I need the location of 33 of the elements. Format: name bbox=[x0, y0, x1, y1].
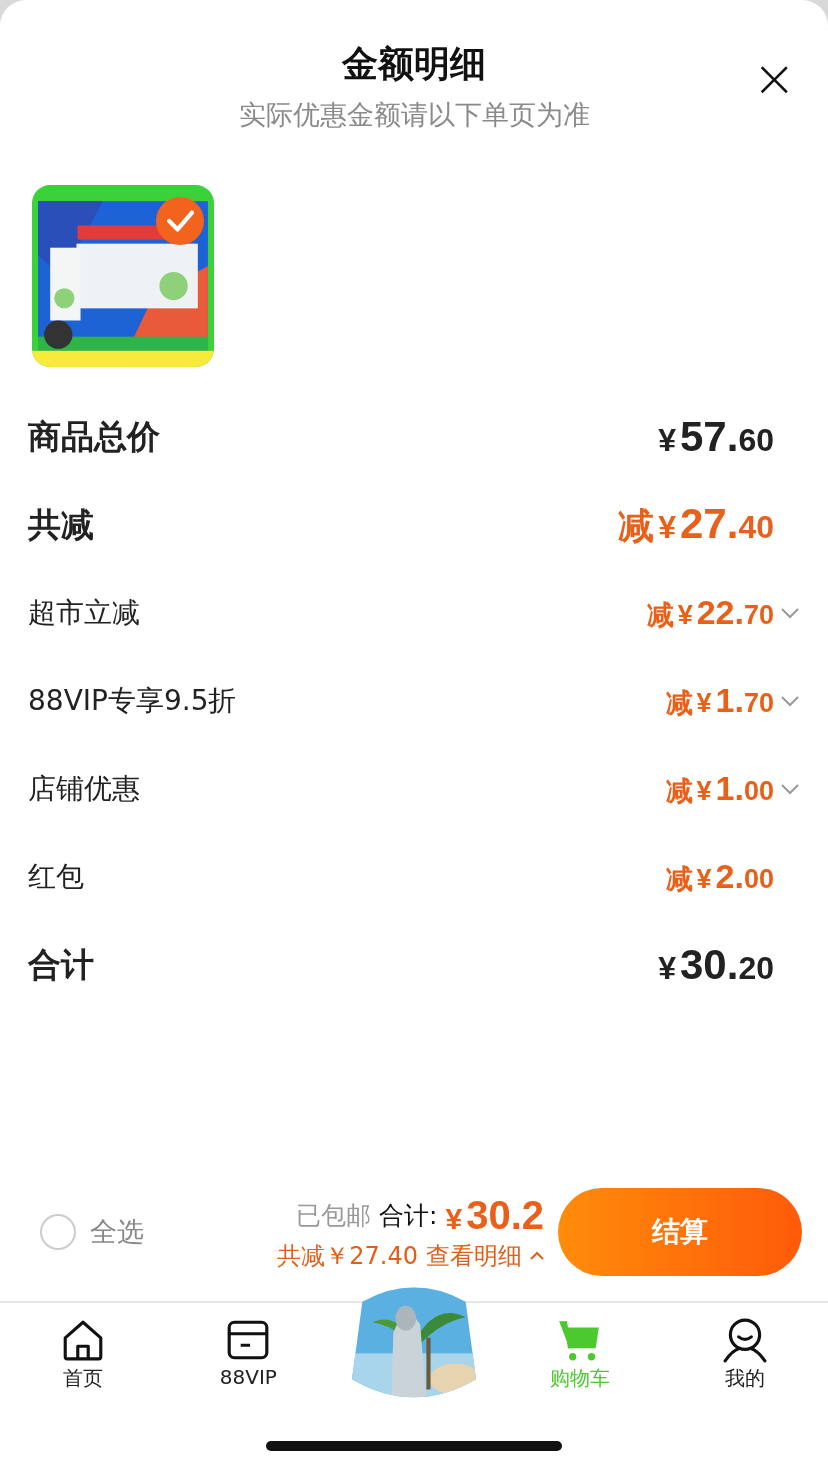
price-label: 红包 bbox=[28, 859, 84, 895]
tab-item[interactable]: 我的 bbox=[718, 1303, 773, 1392]
checkmark-icon[interactable] bbox=[156, 197, 204, 245]
tab-item[interactable]: 首页 bbox=[55, 1303, 110, 1392]
chevron-down-icon[interactable] bbox=[780, 783, 800, 795]
price-amount: 减¥22.70 bbox=[646, 593, 774, 633]
price-amount: 减¥27.40 bbox=[618, 499, 774, 549]
select-all-label[interactable]: 全选 bbox=[90, 1214, 144, 1250]
radio-button[interactable] bbox=[40, 1214, 76, 1250]
price-label: 合计 bbox=[28, 943, 94, 986]
total-amount: ¥30.2 bbox=[445, 1192, 544, 1238]
price-label: 商品总价 bbox=[28, 415, 160, 458]
price-amount: ¥57.60 bbox=[657, 413, 774, 461]
price-label: 店铺优惠 bbox=[28, 771, 140, 807]
chevron-up-icon[interactable] bbox=[530, 1251, 544, 1260]
price-label: 88VIP专享9.5折 bbox=[28, 683, 237, 719]
person-icon bbox=[722, 1317, 769, 1363]
sheet-subtitle: 实际优惠金额请以下单页为准 bbox=[238, 98, 590, 132]
price-amount: 减¥1.70 bbox=[665, 681, 774, 721]
total-label: 合计: bbox=[379, 1199, 438, 1232]
price-label: 共减 bbox=[28, 503, 94, 546]
price-label: 超市立减 bbox=[28, 595, 140, 631]
chevron-down-icon[interactable] bbox=[780, 695, 800, 707]
details-link[interactable]: 查看明细 bbox=[426, 1239, 522, 1272]
chevron-down-icon[interactable] bbox=[780, 607, 800, 619]
shipping-note: 已包邮 bbox=[296, 1199, 371, 1232]
tab-item[interactable]: 88VIP bbox=[215, 1303, 281, 1389]
price-amount: 减¥1.00 bbox=[665, 769, 774, 809]
savings-text: 共减￥27.40 bbox=[277, 1240, 418, 1272]
sheet-title: 金额明细 bbox=[342, 42, 486, 86]
price-amount: ¥30.20 bbox=[657, 941, 774, 989]
close-button[interactable]: × bbox=[746, 52, 802, 104]
price-amount: 减¥2.00 bbox=[665, 857, 774, 897]
